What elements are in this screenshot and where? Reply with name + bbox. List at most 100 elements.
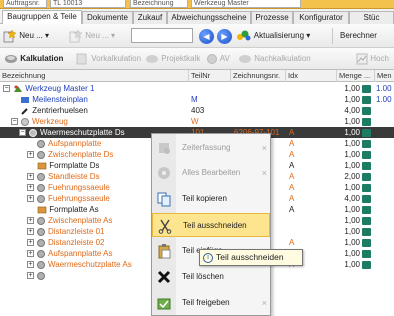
chevron-down-icon: ▾ (306, 31, 311, 40)
chevron-down-icon: ▾ (111, 31, 116, 40)
expand-icon[interactable]: + (27, 173, 34, 180)
projektkalk-button[interactable]: Projektkalk (145, 50, 200, 68)
tab-prozesse[interactable]: Prozesse (251, 11, 293, 24)
new-disabled-button[interactable]: Neu ... ▾ (69, 27, 115, 45)
gear-icon (37, 249, 45, 258)
hoch-label: Hoch (370, 54, 389, 63)
table-row[interactable]: Meilensteinplan M 1,00 1.00 (0, 94, 394, 105)
row-name: Werkzeug Master 1 (25, 84, 95, 93)
column-bezeichnung[interactable]: Bezeichnung (0, 70, 189, 82)
unit-icon (362, 205, 371, 214)
gear-icon (21, 117, 29, 126)
row-idx: A (289, 172, 295, 181)
row-menge: 1,00 (344, 117, 360, 126)
av-button[interactable]: AV (206, 50, 230, 68)
unit-icon (362, 106, 371, 115)
aktualisierung-label: Aktualisierung (253, 31, 305, 40)
back-icon[interactable]: ◀ (199, 29, 214, 44)
menu-item-teil-freigeben[interactable]: Teil freigeben × (152, 291, 270, 315)
row-menge: 1,00 (344, 227, 360, 236)
tab-abweichungsscheine[interactable]: Abweichungsscheine (167, 11, 251, 24)
menu-item-teil-kopieren[interactable]: Teil kopieren (152, 187, 270, 211)
unit-icon (362, 139, 371, 148)
forward-icon[interactable]: ▶ (217, 29, 232, 44)
expand-icon[interactable]: + (27, 217, 34, 224)
kalkulation-button[interactable]: Kalkulation (4, 50, 63, 68)
menu-item-zeiterfassung[interactable]: Zeiterfassung × (152, 136, 270, 160)
expand-icon[interactable]: + (27, 228, 34, 235)
hoch-button[interactable]: Hoch (356, 50, 389, 68)
menu-item-teil-loeschen[interactable]: Teil löschen (152, 265, 270, 289)
order-number-field[interactable]: TL 10013 (50, 0, 126, 8)
row-name: Aufspannplatte (48, 139, 102, 148)
row-name: Standleiste Ds (48, 172, 100, 181)
calculation-icon (5, 54, 17, 63)
table-row[interactable]: − Werkzeug Master 1 1,00 1.00 (0, 83, 394, 94)
collapse-icon[interactable]: − (11, 118, 18, 125)
expand-icon[interactable]: + (27, 261, 34, 268)
tab-konfigurator[interactable]: Konfigurator (293, 11, 349, 24)
new-button[interactable]: Neu ... ▾ (3, 27, 49, 45)
tab-bar: Baugruppen & Teile Dokumente Zukauf Abwe… (0, 9, 394, 25)
row-menge: 1,00 (344, 128, 360, 137)
expand-icon[interactable]: + (27, 184, 34, 191)
nachkalkulation-button[interactable]: Nachkalkulation (238, 50, 311, 68)
collapse-icon[interactable]: − (3, 85, 10, 92)
collapse-icon[interactable]: − (19, 129, 26, 136)
row-name: Fuehrungssaeule (48, 183, 110, 192)
berechnen-button[interactable]: Berechner (340, 27, 377, 45)
table-row[interactable]: − Werkzeug W 1,00 (0, 116, 394, 127)
info-icon: i (203, 252, 213, 263)
row-menge: 1,00 (344, 249, 360, 258)
unit-icon (362, 117, 371, 126)
unit-icon (362, 172, 371, 181)
refresh-icon (237, 30, 251, 41)
row-teilnr: M (191, 95, 198, 104)
row-menge: 1,00 (344, 183, 360, 192)
vorkalkulation-button[interactable]: Vorkalkulation (75, 50, 141, 68)
row-name: Formplatte As (49, 205, 99, 214)
row-menge: 4,00 (344, 106, 360, 115)
copy-icon (156, 191, 172, 207)
row-menge: 1,00 (344, 84, 360, 93)
expand-icon[interactable]: + (27, 250, 34, 257)
gear-icon (37, 260, 45, 269)
unit-icon (362, 260, 371, 269)
search-combo[interactable] (131, 28, 193, 43)
new-label: Neu ... (19, 31, 43, 40)
post-calculation-icon (239, 54, 251, 63)
description-field[interactable]: Werkzeug Master (191, 0, 301, 8)
menu-item-alles-bearbeiten[interactable]: Alles Bearbeiten × (152, 161, 270, 185)
tab-zukauf[interactable]: Zukauf (133, 11, 167, 24)
av-icon (207, 53, 217, 64)
plate-icon (37, 206, 47, 214)
tab-dokumente[interactable]: Dokumente (82, 11, 133, 24)
time-tracking-icon (156, 140, 172, 156)
column-menge[interactable]: Menge ... (337, 70, 375, 82)
tab-baugruppen-teile[interactable]: Baugruppen & Teile (2, 10, 82, 25)
pre-calculation-icon (76, 53, 87, 65)
menu-label: Zeiterfassung (182, 143, 231, 152)
column-zeichnungsnr[interactable]: Zeichnungsnr. (231, 70, 286, 82)
unit-icon (362, 194, 371, 203)
expand-icon[interactable]: + (27, 239, 34, 246)
gear-icon (37, 183, 45, 192)
table-row[interactable]: Zentrierhuelsen 403 4,00 (0, 105, 394, 116)
order-number-label: Auftragsnr. (3, 0, 47, 8)
menu-label: Teil löschen (182, 272, 224, 281)
menu-item-teil-ausschneiden[interactable]: Teil ausschneiden (152, 213, 270, 237)
column-teilnr[interactable]: TeilNr (189, 70, 231, 82)
aktualisierung-button[interactable]: Aktualisierung ▾ (236, 27, 310, 45)
expand-icon[interactable]: + (27, 272, 34, 279)
expand-icon[interactable]: + (27, 195, 34, 202)
gear-icon (37, 172, 45, 181)
unit-icon (362, 150, 371, 159)
column-idx[interactable]: Idx (286, 70, 337, 82)
tab-stueckliste[interactable]: Stüc (349, 11, 394, 24)
column-me[interactable]: Men (375, 70, 394, 82)
unit-icon (362, 216, 371, 225)
toolbar-calculation: Kalkulation Vorkalkulation Projektkalk A… (0, 48, 394, 70)
row-idx: A (289, 150, 295, 159)
expand-icon[interactable]: + (27, 151, 34, 158)
unit-icon (362, 84, 371, 93)
